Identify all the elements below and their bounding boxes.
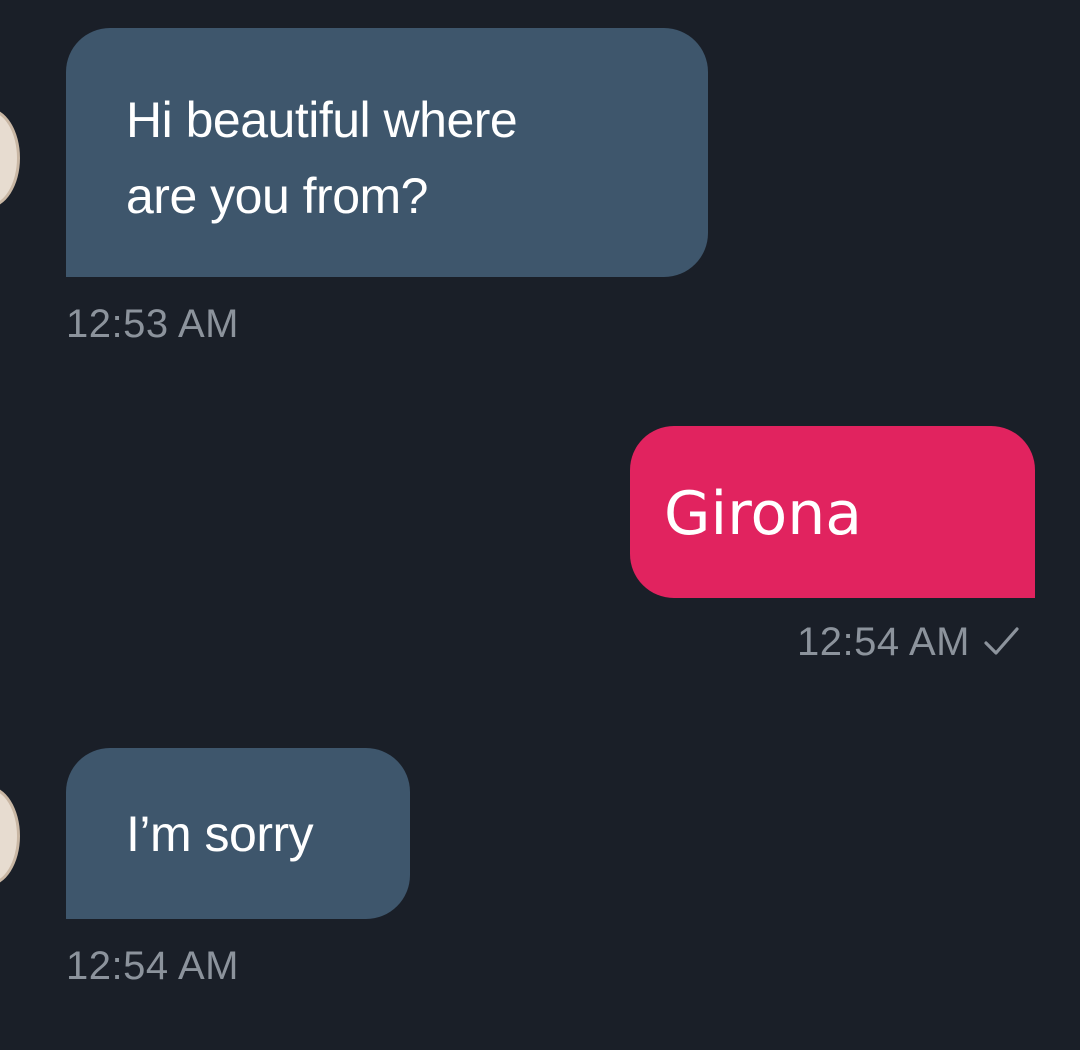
message-timestamp: 12:54 AM: [66, 944, 240, 988]
sender-avatar[interactable]: [0, 786, 20, 886]
message-text: Girona: [664, 479, 863, 549]
incoming-message-bubble[interactable]: Hi beautiful where are you from?: [66, 28, 708, 277]
outgoing-message-bubble[interactable]: Girona: [630, 426, 1035, 598]
message-timestamp: 12:54 AM: [796, 620, 970, 664]
message-meta: 12:54 AM: [797, 618, 1022, 666]
message-text: Hi beautiful where are you from?: [126, 92, 518, 224]
check-icon: [984, 627, 1019, 655]
message-text: I’m sorry: [126, 806, 314, 862]
incoming-message-bubble[interactable]: I’m sorry: [66, 748, 410, 919]
message-timestamp: 12:53 AM: [66, 302, 240, 346]
sender-avatar[interactable]: [0, 108, 20, 208]
